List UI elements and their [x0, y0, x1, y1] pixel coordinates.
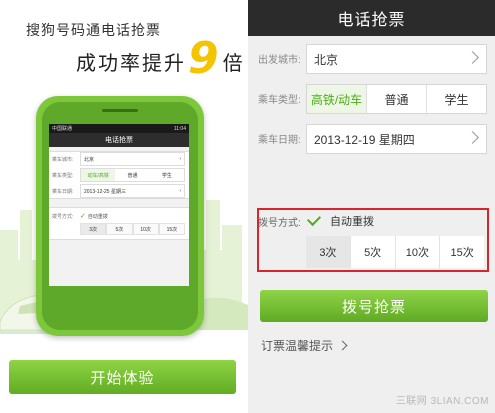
promo-subheadline-prefix: 成功率提升	[76, 53, 186, 75]
mini-date-value: 2013-12-25 星期三	[84, 188, 126, 195]
mini-city-value: 北京	[84, 156, 95, 163]
mini-city-row: 乘车城市: 北京 ›	[49, 152, 189, 166]
train-type-label: 乘车类型:	[258, 94, 301, 106]
mini-type-option: 普通	[127, 172, 138, 179]
mini-date-field: 2013-12-25 星期三 ›	[80, 184, 185, 198]
travel-date-value: 2013-12-19 星期四	[314, 132, 415, 147]
phone-speaker	[102, 109, 138, 112]
promo-multiplier: 9	[188, 33, 221, 84]
mini-dial-label: 拨号方式:	[52, 213, 74, 220]
redial-count-15[interactable]: 15次	[439, 236, 484, 268]
redial-count-selector: 3次 5次 10次 15次	[306, 236, 484, 268]
mini-count-option: 10次	[132, 223, 159, 235]
train-type-regular[interactable]: 普通	[366, 85, 426, 113]
mini-type-row: 乘车类型: 动车/高铁 普通 学生	[49, 168, 189, 182]
promo-subheadline: 成功率提升 9 倍	[76, 33, 245, 84]
mini-chevron-right-icon: ›	[179, 156, 181, 162]
mini-city-label: 乘车城市:	[52, 156, 74, 163]
promo-panel: 搜狗号码通电话抢票 成功率提升 9 倍 中国联通 11:04 电话抢票 乘车城市…	[0, 0, 248, 413]
mini-count-selector: 3次 5次 10次 15次	[80, 223, 185, 235]
train-type-row: 乘车类型: 高铁/动车 普通 学生	[248, 82, 495, 114]
app-screen: 电话抢票 出发城市: 北京 乘车类型: 高铁/动车 普通 学生 乘车日期: 20…	[248, 0, 495, 413]
departure-city-row: 出发城市: 北京	[248, 42, 495, 74]
mini-type-option: 动车/高铁	[81, 169, 116, 181]
train-type-selector: 高铁/动车 普通 学生	[306, 84, 487, 114]
auto-redial-label[interactable]: 自动重拨	[330, 213, 374, 229]
mini-date-row: 乘车日期: 2013-12-25 星期三 ›	[49, 184, 189, 198]
start-experience-button[interactable]: 开始体验	[9, 360, 236, 394]
chevron-right-icon	[337, 340, 348, 351]
departure-city-field[interactable]: 北京	[306, 44, 487, 74]
mini-date-label: 乘车日期:	[52, 188, 74, 195]
mini-check-icon: ✓	[80, 213, 86, 220]
mini-count-option: 15次	[158, 223, 185, 235]
mini-count-option: 5次	[106, 223, 133, 235]
mini-carrier: 中国联通	[52, 126, 73, 132]
page-title: 电话抢票	[248, 0, 495, 36]
dial-mode-label: 拨号方式:	[258, 218, 301, 229]
phone-screen: 中国联通 11:04 电话抢票 乘车城市: 北京 › 乘车类型: 动车/高铁 普…	[49, 124, 189, 286]
mini-clock: 11:04	[173, 125, 186, 132]
chevron-right-icon	[466, 51, 479, 64]
mini-status-bar: 中国联通 11:04	[49, 124, 189, 133]
travel-date-row: 乘车日期: 2013-12-19 星期四	[248, 122, 495, 154]
redial-count-3[interactable]: 3次	[306, 236, 350, 268]
mini-auto-redial: 自动重拨	[87, 213, 108, 220]
train-type-highspeed[interactable]: 高铁/动车	[307, 85, 366, 113]
site-watermark: 三联网 3LIAN.COM	[395, 396, 489, 407]
mini-form: 乘车城市: 北京 › 乘车类型: 动车/高铁 普通 学生 乘车日期: 2013-…	[49, 151, 189, 199]
promo-headline: 搜狗号码通电话抢票	[26, 22, 161, 38]
train-type-student[interactable]: 学生	[426, 85, 486, 113]
dial-grab-ticket-button[interactable]: 拨号抢票	[260, 290, 488, 322]
mini-type-label: 乘车类型:	[52, 172, 74, 179]
travel-date-label: 乘车日期:	[258, 134, 301, 146]
chevron-right-icon	[466, 131, 479, 144]
mini-dial-section: 拨号方式: ✓ 自动重拨 3次 5次 10次 15次	[49, 207, 189, 240]
promo-subheadline-suffix: 倍	[222, 53, 245, 75]
mini-city-field: 北京 ›	[80, 152, 185, 166]
mini-count-option: 3次	[80, 223, 107, 235]
mini-type-selector: 动车/高铁 普通 学生	[80, 168, 185, 182]
departure-city-value: 北京	[314, 52, 339, 67]
booking-tips-label: 订票温馨提示	[261, 339, 334, 353]
departure-city-label: 出发城市:	[258, 54, 301, 66]
mini-type-option: 学生	[161, 172, 172, 179]
redial-count-5[interactable]: 5次	[349, 236, 395, 268]
redial-count-10[interactable]: 10次	[394, 236, 440, 268]
travel-date-field[interactable]: 2013-12-19 星期四	[306, 124, 487, 154]
booking-tips-link[interactable]: 订票温馨提示	[261, 337, 348, 354]
mini-dial-row: 拨号方式: ✓ 自动重拨	[49, 211, 189, 221]
mini-title-bar: 电话抢票	[49, 133, 189, 147]
mini-chevron-right-icon: ›	[179, 188, 181, 194]
